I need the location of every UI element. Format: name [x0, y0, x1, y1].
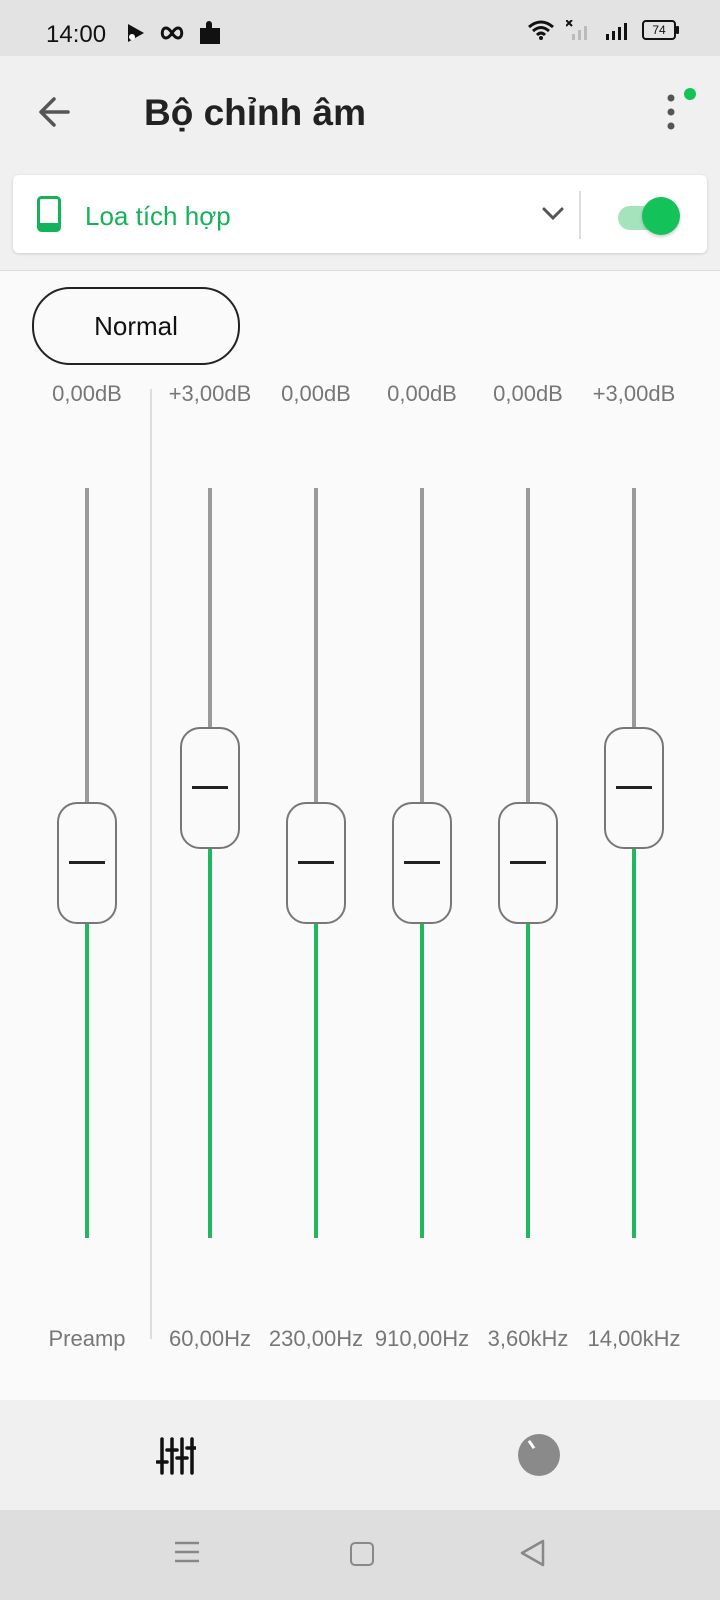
slider-thumb[interactable]: [180, 727, 240, 849]
thumb-grip: [404, 861, 440, 864]
frequency-label: 230,00Hz: [268, 1326, 364, 1351]
notification-dot: [684, 88, 696, 100]
status-bar: 14:00 74: [0, 0, 720, 56]
signal-strength-icon: [606, 23, 627, 40]
status-time: 14:00: [46, 21, 107, 48]
arrow-left-icon[interactable]: [34, 92, 74, 132]
slider-track-lower: [420, 920, 424, 1238]
equalizer-panel: Normal 0,00dB +3,00dB 0,00dB 0,00dB 0,00…: [0, 270, 720, 1401]
home-icon[interactable]: [350, 1542, 374, 1566]
smartphone-icon: [37, 196, 61, 232]
band-slider[interactable]: [286, 488, 346, 1238]
slider-thumb[interactable]: [498, 802, 558, 924]
gain-label: 0,00dB: [281, 381, 351, 406]
gain-label: 0,00dB: [493, 381, 563, 406]
gain-label: +3,00dB: [168, 381, 252, 406]
knob-icon[interactable]: [518, 1434, 560, 1476]
gain-label: +3,00dB: [592, 381, 676, 406]
equalizer-sliders-icon[interactable]: [156, 1436, 196, 1476]
recent-apps-icon[interactable]: [174, 1540, 200, 1564]
preset-button[interactable]: Normal: [32, 287, 240, 365]
device-name: Loa tích hợp: [85, 201, 231, 231]
band-slider[interactable]: [498, 488, 558, 1238]
gain-label: 0,00dB: [387, 381, 457, 406]
slider-thumb[interactable]: [286, 802, 346, 924]
slider-track-lower: [208, 845, 212, 1238]
preamp-slider[interactable]: [57, 488, 117, 1238]
slider-track-upper: [314, 488, 318, 806]
gain-label: 0,00dB: [52, 381, 122, 406]
bottom-tab-bar: [0, 1400, 720, 1510]
infinity-icon: [160, 26, 184, 40]
slider-track-lower: [85, 920, 89, 1238]
page-title: Bộ chỉnh âm: [144, 92, 367, 133]
music-note-icon: [128, 24, 144, 42]
thumb-grip: [298, 861, 334, 864]
device-selector[interactable]: Loa tích hợp: [13, 175, 707, 253]
toggle-thumb: [642, 197, 680, 235]
frequency-label: 60,00Hz: [169, 1326, 251, 1351]
thumb-grip: [192, 786, 228, 789]
app-bar: Bộ chỉnh âm: [0, 56, 720, 166]
slider-track-upper: [526, 488, 530, 806]
equalizer-toggle[interactable]: [618, 197, 680, 235]
frequency-label: 14,00kHz: [587, 1326, 681, 1351]
status-notification-icons: [126, 20, 222, 46]
frequency-label: Preamp: [48, 1326, 126, 1351]
slider-track-upper: [208, 488, 212, 731]
chevron-down-icon[interactable]: [541, 203, 565, 223]
slider-track-upper: [85, 488, 89, 806]
system-nav-bar: [0, 1510, 720, 1600]
more-vertical-icon[interactable]: [656, 92, 686, 132]
status-system-icons: 74: [528, 20, 679, 40]
puzzle-icon: [200, 21, 220, 44]
slider-track-lower: [632, 845, 636, 1238]
thumb-grip: [616, 786, 652, 789]
slider-track-upper: [632, 488, 636, 731]
band-slider[interactable]: [392, 488, 452, 1238]
slider-thumb[interactable]: [392, 802, 452, 924]
slider-track-lower: [526, 920, 530, 1238]
thumb-grip: [69, 861, 105, 864]
slider-thumb[interactable]: [57, 802, 117, 924]
back-triangle-icon[interactable]: [518, 1538, 546, 1568]
frequency-label: 3,60kHz: [487, 1326, 569, 1351]
frequency-label: 910,00Hz: [374, 1326, 470, 1351]
band-slider[interactable]: [604, 488, 664, 1238]
slider-track-upper: [420, 488, 424, 806]
band-slider[interactable]: [180, 488, 240, 1238]
wifi-icon: [528, 20, 554, 40]
divider: [579, 191, 581, 239]
thumb-grip: [510, 861, 546, 864]
slider-track-lower: [314, 920, 318, 1238]
slider-thumb[interactable]: [604, 727, 664, 849]
preamp-separator: [150, 389, 152, 1339]
signal-no-sim-icon: [566, 20, 587, 40]
battery-icon: 74: [642, 20, 679, 40]
